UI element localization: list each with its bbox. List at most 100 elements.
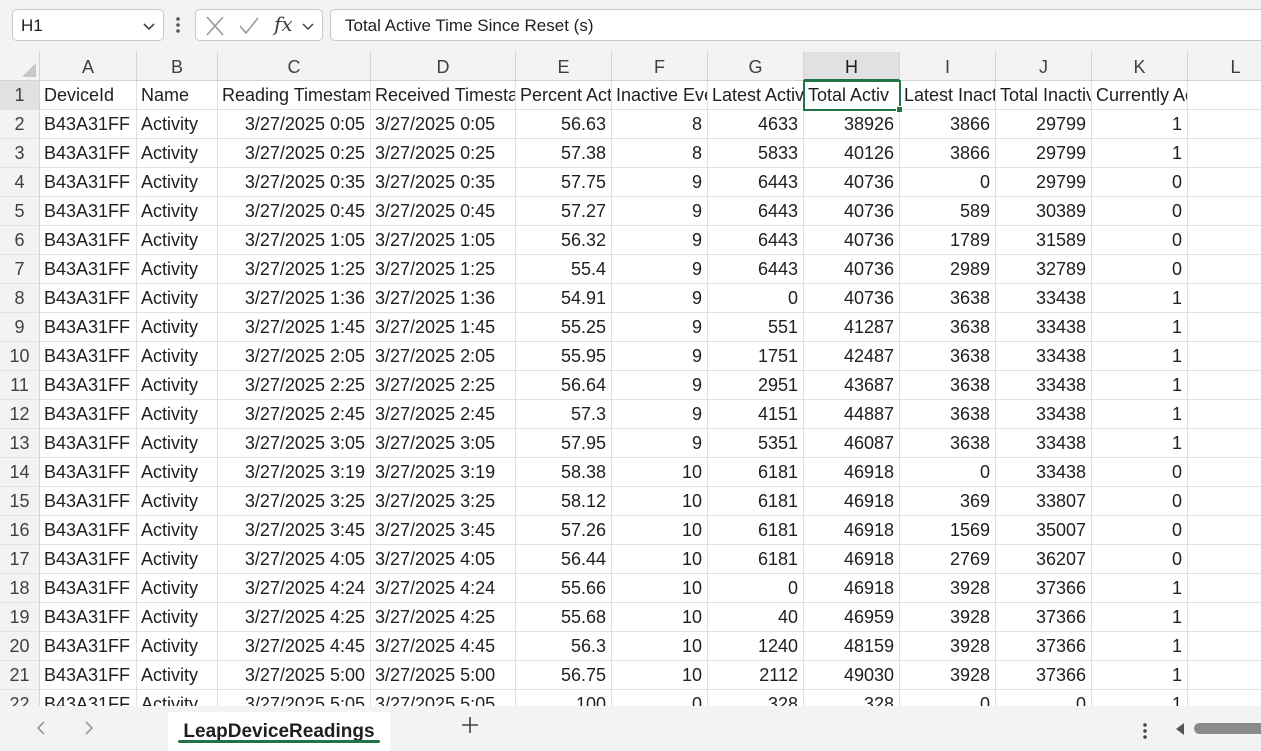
cell-d10[interactable]: 3/27/2025 2:05 <box>371 342 516 371</box>
cell-i3[interactable]: 3866 <box>900 139 996 168</box>
cell-h16[interactable]: 46918 <box>804 516 900 545</box>
cell-i14[interactable]: 0 <box>900 458 996 487</box>
cell-j13[interactable]: 33438 <box>996 429 1092 458</box>
cell-a4[interactable]: B43A31FF <box>40 168 137 197</box>
chevron-down-icon[interactable] <box>300 16 316 36</box>
cell-c19[interactable]: 3/27/2025 4:25 <box>218 603 371 632</box>
cell-d4[interactable]: 3/27/2025 0:35 <box>371 168 516 197</box>
cell-j9[interactable]: 33438 <box>996 313 1092 342</box>
cell-g15[interactable]: 6181 <box>708 487 804 516</box>
cell-k10[interactable]: 1 <box>1092 342 1188 371</box>
cell-d3[interactable]: 3/27/2025 0:25 <box>371 139 516 168</box>
cell-g1[interactable]: Latest Active <box>708 81 804 110</box>
cell-f11[interactable]: 9 <box>612 371 708 400</box>
cell-c9[interactable]: 3/27/2025 1:45 <box>218 313 371 342</box>
cell-a12[interactable]: B43A31FF <box>40 400 137 429</box>
cell-l4[interactable] <box>1188 168 1261 197</box>
chevron-right-icon[interactable] <box>82 720 96 736</box>
cell-k3[interactable]: 1 <box>1092 139 1188 168</box>
cell-i19[interactable]: 3928 <box>900 603 996 632</box>
cell-e5[interactable]: 57.27 <box>516 197 612 226</box>
cell-l21[interactable] <box>1188 661 1261 690</box>
cell-l9[interactable] <box>1188 313 1261 342</box>
cell-b19[interactable]: Activity <box>137 603 218 632</box>
cell-a5[interactable]: B43A31FF <box>40 197 137 226</box>
cell-h2[interactable]: 38926 <box>804 110 900 139</box>
cell-a2[interactable]: B43A31FF <box>40 110 137 139</box>
cell-h15[interactable]: 46918 <box>804 487 900 516</box>
cell-i22[interactable]: 0 <box>900 690 996 706</box>
cell-g5[interactable]: 6443 <box>708 197 804 226</box>
cell-d6[interactable]: 3/27/2025 1:05 <box>371 226 516 255</box>
select-all-corner[interactable] <box>0 52 40 81</box>
plus-icon[interactable] <box>460 715 480 735</box>
cell-d16[interactable]: 3/27/2025 3:45 <box>371 516 516 545</box>
column-header-c[interactable]: C <box>218 52 371 81</box>
cell-d19[interactable]: 3/27/2025 4:25 <box>371 603 516 632</box>
cell-c17[interactable]: 3/27/2025 4:05 <box>218 545 371 574</box>
cell-c14[interactable]: 3/27/2025 3:19 <box>218 458 371 487</box>
cell-j5[interactable]: 30389 <box>996 197 1092 226</box>
cell-h9[interactable]: 41287 <box>804 313 900 342</box>
row-header-9[interactable]: 9 <box>0 313 40 342</box>
cell-f3[interactable]: 8 <box>612 139 708 168</box>
cell-l7[interactable] <box>1188 255 1261 284</box>
cell-b1[interactable]: Name <box>137 81 218 110</box>
cell-f15[interactable]: 10 <box>612 487 708 516</box>
row-header-1[interactable]: 1 <box>0 81 40 110</box>
row-header-21[interactable]: 21 <box>0 661 40 690</box>
cell-k12[interactable]: 1 <box>1092 400 1188 429</box>
cell-b13[interactable]: Activity <box>137 429 218 458</box>
cell-f4[interactable]: 9 <box>612 168 708 197</box>
cell-g18[interactable]: 0 <box>708 574 804 603</box>
cell-h6[interactable]: 40736 <box>804 226 900 255</box>
column-header-e[interactable]: E <box>516 52 612 81</box>
cell-j12[interactable]: 33438 <box>996 400 1092 429</box>
column-header-f[interactable]: F <box>612 52 708 81</box>
cell-d20[interactable]: 3/27/2025 4:45 <box>371 632 516 661</box>
cell-d9[interactable]: 3/27/2025 1:45 <box>371 313 516 342</box>
cell-j20[interactable]: 37366 <box>996 632 1092 661</box>
cell-a3[interactable]: B43A31FF <box>40 139 137 168</box>
cell-b7[interactable]: Activity <box>137 255 218 284</box>
cell-a9[interactable]: B43A31FF <box>40 313 137 342</box>
cell-f1[interactable]: Inactive Events <box>612 81 708 110</box>
cell-e7[interactable]: 55.4 <box>516 255 612 284</box>
row-header-4[interactable]: 4 <box>0 168 40 197</box>
cell-f18[interactable]: 10 <box>612 574 708 603</box>
cell-a18[interactable]: B43A31FF <box>40 574 137 603</box>
cell-i20[interactable]: 3928 <box>900 632 996 661</box>
cell-g11[interactable]: 2951 <box>708 371 804 400</box>
cell-e20[interactable]: 56.3 <box>516 632 612 661</box>
cell-b4[interactable]: Activity <box>137 168 218 197</box>
cell-g8[interactable]: 0 <box>708 284 804 313</box>
row-header-12[interactable]: 12 <box>0 400 40 429</box>
cell-f7[interactable]: 9 <box>612 255 708 284</box>
cell-a10[interactable]: B43A31FF <box>40 342 137 371</box>
cell-c5[interactable]: 3/27/2025 0:45 <box>218 197 371 226</box>
cell-i1[interactable]: Latest Inactive <box>900 81 996 110</box>
horizontal-scrollbar-thumb[interactable] <box>1194 723 1261 734</box>
cell-a20[interactable]: B43A31FF <box>40 632 137 661</box>
cell-h7[interactable]: 40736 <box>804 255 900 284</box>
cell-k6[interactable]: 0 <box>1092 226 1188 255</box>
row-header-13[interactable]: 13 <box>0 429 40 458</box>
check-icon[interactable] <box>238 16 260 36</box>
cell-i12[interactable]: 3638 <box>900 400 996 429</box>
cell-h12[interactable]: 44887 <box>804 400 900 429</box>
cell-e17[interactable]: 56.44 <box>516 545 612 574</box>
cell-g16[interactable]: 6181 <box>708 516 804 545</box>
cell-l12[interactable] <box>1188 400 1261 429</box>
cell-b15[interactable]: Activity <box>137 487 218 516</box>
cell-b21[interactable]: Activity <box>137 661 218 690</box>
cell-b10[interactable]: Activity <box>137 342 218 371</box>
cell-a7[interactable]: B43A31FF <box>40 255 137 284</box>
cell-i6[interactable]: 1789 <box>900 226 996 255</box>
cell-l1[interactable] <box>1188 81 1261 110</box>
cell-l16[interactable] <box>1188 516 1261 545</box>
cell-d1[interactable]: Received Timestamp <box>371 81 516 110</box>
cell-d2[interactable]: 3/27/2025 0:05 <box>371 110 516 139</box>
cell-d22[interactable]: 3/27/2025 5:05 <box>371 690 516 706</box>
cell-f20[interactable]: 10 <box>612 632 708 661</box>
cell-e3[interactable]: 57.38 <box>516 139 612 168</box>
